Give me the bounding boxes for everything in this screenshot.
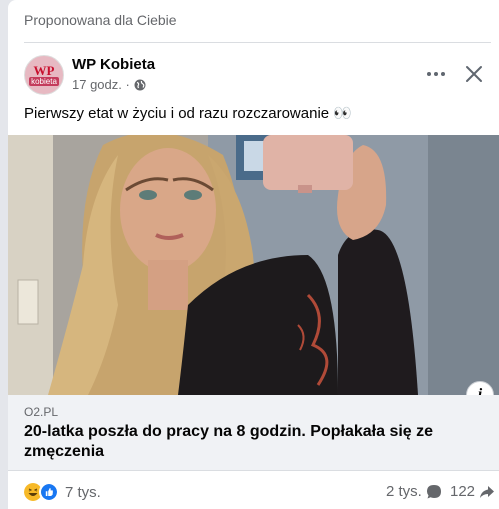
share-icon <box>480 485 495 498</box>
close-button[interactable] <box>460 60 488 88</box>
link-domain: O2.PL <box>24 405 59 419</box>
comments-count: 2 tys. <box>386 483 422 500</box>
link-preview[interactable]: O2.PL 20-latka poszła do pracy na 8 godz… <box>8 395 499 471</box>
like-reaction-icon <box>39 482 59 502</box>
shares-count-link[interactable]: 122 <box>450 483 495 500</box>
avatar[interactable]: WP kobieta <box>24 55 64 95</box>
post-card: Proponowana dla Ciebie WP kobieta WP Kob… <box>8 0 499 509</box>
post-timestamp[interactable]: 17 godz. · <box>72 77 130 92</box>
post-image[interactable] <box>8 135 499 395</box>
globe-icon <box>134 79 146 91</box>
reactions-count: 7 tys. <box>65 483 101 501</box>
post-meta: 17 godz. · <box>72 77 146 92</box>
close-icon <box>466 66 482 82</box>
suggested-label: Proponowana dla Ciebie <box>24 12 177 28</box>
avatar-text-top: WP <box>33 63 55 78</box>
post-text: Pierwszy etat w życiu i od razu rozczaro… <box>24 105 352 122</box>
comments-count-link[interactable]: 2 tys. <box>386 483 442 500</box>
shares-count: 122 <box>450 483 476 500</box>
link-title[interactable]: 20-latka poszła do pracy na 8 godzin. Po… <box>24 422 464 462</box>
reactions-summary[interactable]: 7 tys. <box>24 482 101 502</box>
more-dots-icon <box>427 72 431 76</box>
divider <box>24 42 491 43</box>
avatar-text-bottom: kobieta <box>29 77 59 86</box>
more-options-button[interactable] <box>422 62 450 86</box>
comment-icon <box>426 484 441 498</box>
page-name-link[interactable]: WP Kobieta <box>72 56 155 73</box>
